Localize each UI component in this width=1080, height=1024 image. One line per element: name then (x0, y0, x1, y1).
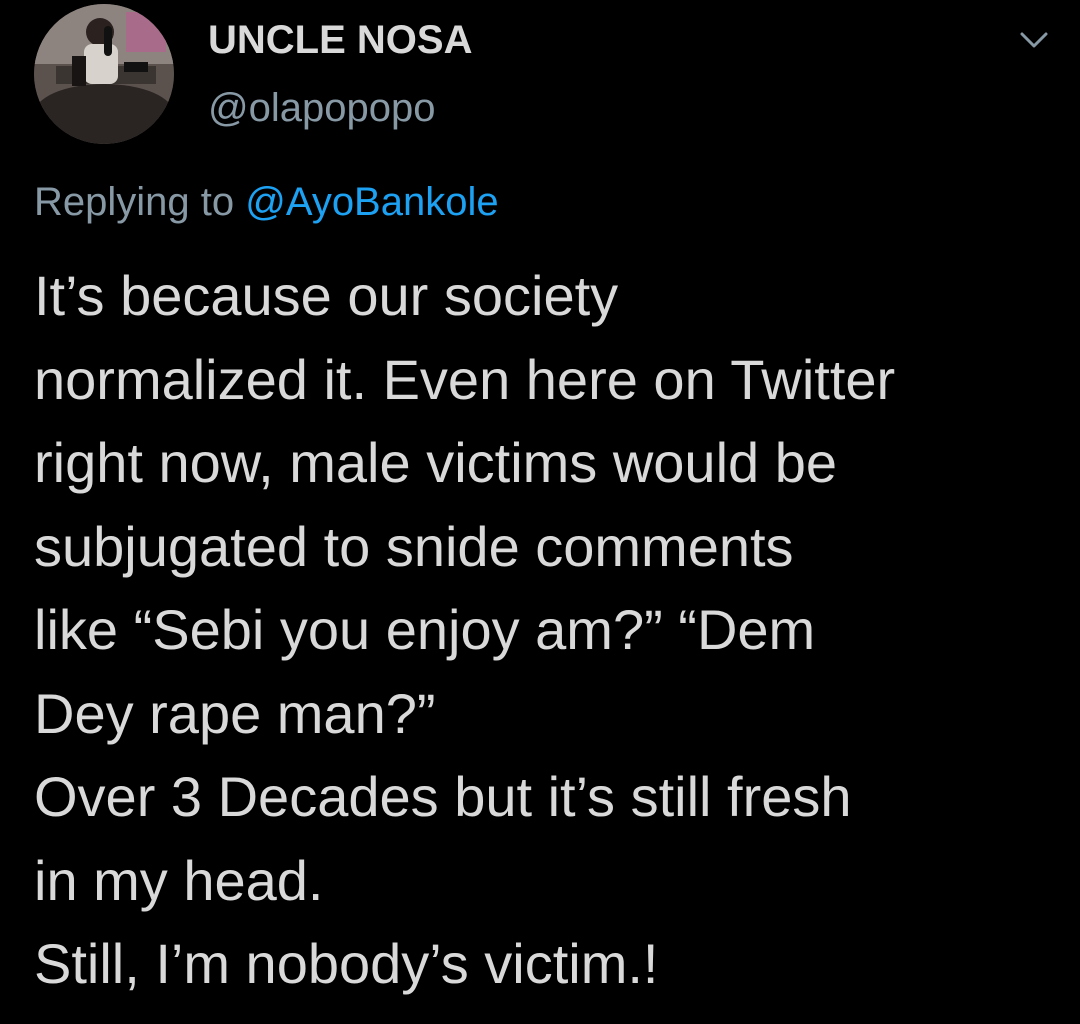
tweet-line: right now, male victims would be (34, 431, 838, 494)
tweet-line: subjugated to snide comments (34, 514, 794, 578)
tweet-line: Over 3 Decades but it’s still fresh (34, 765, 852, 828)
tweet-line: Dey rape man?” (34, 681, 436, 745)
tweet-line: normalized it. Even here on Twitter (34, 347, 896, 411)
avatar-photo (34, 4, 174, 144)
user-handle[interactable]: @olapopopo (208, 86, 435, 131)
tweet-line: It’s because our society (34, 264, 619, 327)
tweet-line: in my head. (34, 848, 324, 912)
replying-to-line: Replying to @AyoBankole (34, 180, 499, 225)
display-name[interactable]: UNCLE NOSA (208, 18, 472, 63)
tweet-text: It’s because our society normalized it. … (34, 254, 1064, 1006)
replying-to-mention[interactable]: @AyoBankole (245, 180, 498, 224)
avatar[interactable] (34, 4, 174, 144)
replying-to-label: Replying to (34, 180, 235, 224)
tweet-line: Still, I’m nobody’s victim.! (34, 932, 659, 995)
tweet-line: like “Sebi you enjoy am?” “Dem (34, 598, 816, 661)
chevron-down-icon[interactable] (1014, 26, 1054, 56)
